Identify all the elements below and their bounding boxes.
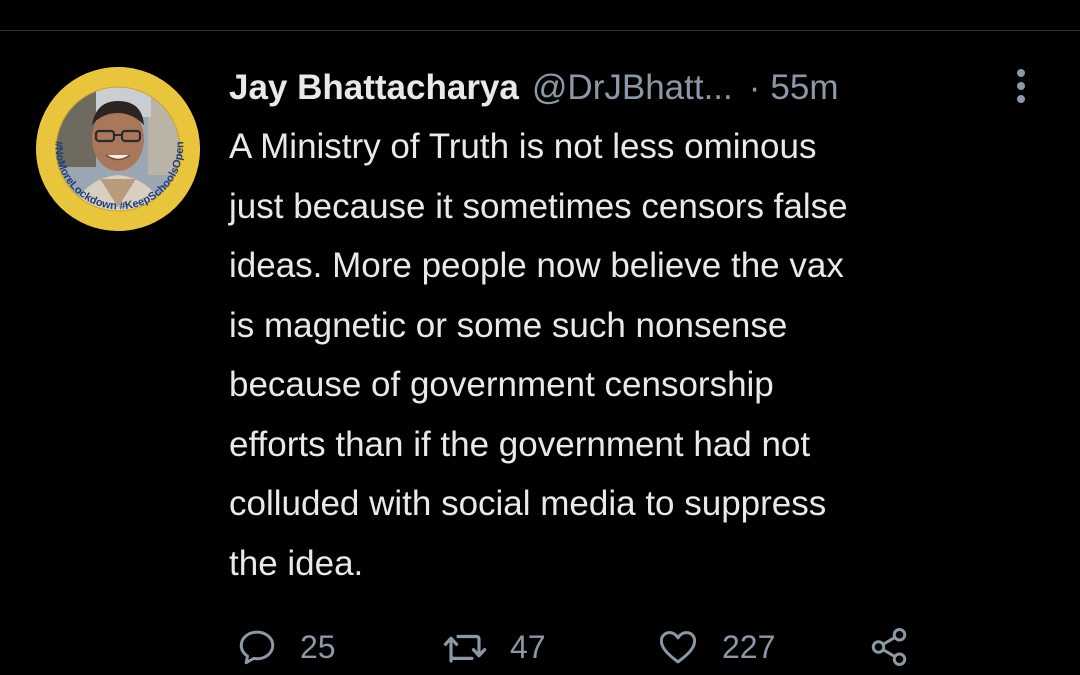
reply-button[interactable]: 25 [236,622,336,672]
author-handle[interactable]: @DrJBhatt... [532,68,733,108]
tweet-content: Jay Bhattacharya @DrJBhatt... · 55m A Mi… [229,60,1049,593]
share-icon [871,628,907,666]
retweet-count: 47 [510,628,546,665]
like-button[interactable]: 227 [656,622,775,672]
like-count: 227 [722,628,776,665]
avatar-image: #NoMoreLockdown #KeepSchoolsOpen [36,67,200,231]
reply-count: 25 [300,628,336,665]
reply-icon [239,630,275,665]
timestamp[interactable]: 55m [770,68,838,108]
tweet-actions: 25 47 227 [236,622,936,672]
heart-icon [659,631,697,664]
share-button[interactable] [866,622,912,672]
separator-dot: · [748,68,761,107]
more-options-icon[interactable] [1009,66,1033,106]
tweet-header: Jay Bhattacharya @DrJBhatt... · 55m [229,60,1049,116]
avatar[interactable]: #NoMoreLockdown #KeepSchoolsOpen [36,67,200,231]
retweet-button[interactable]: 47 [442,622,546,672]
tweet-text: A Ministry of Truth is not less ominous … [229,127,848,583]
retweet-icon [443,634,487,663]
author-name[interactable]: Jay Bhattacharya [229,68,519,108]
tweet[interactable]: #NoMoreLockdown #KeepSchoolsOpen Jay Bha… [0,0,1080,675]
